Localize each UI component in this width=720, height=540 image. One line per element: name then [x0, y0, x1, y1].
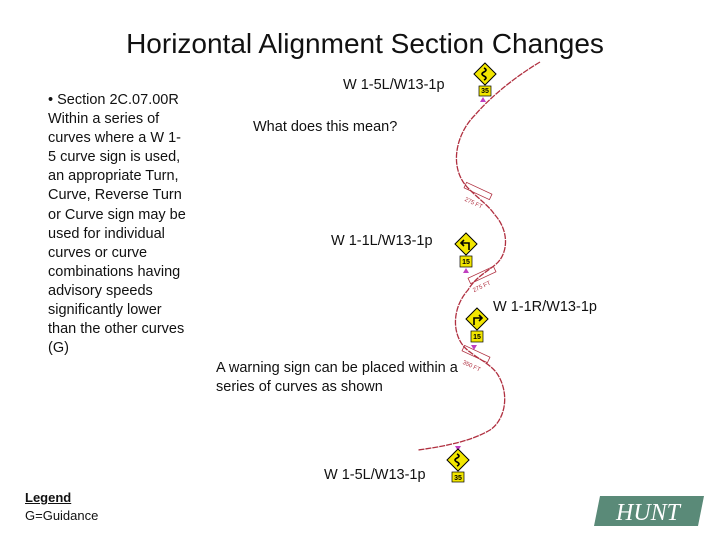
road-alignment: [417, 61, 541, 451]
svg-text:35: 35: [481, 88, 489, 95]
legend-heading: Legend: [25, 490, 72, 505]
svg-text:275 FT: 275 FT: [463, 197, 483, 211]
svg-text:35: 35: [454, 475, 462, 482]
distance-marker-3: 350 FT: [461, 344, 491, 374]
sign-turn-right: 15: [465, 307, 489, 343]
sign-winding-road-top: 35: [473, 62, 497, 97]
sign-turn-left: 15: [454, 232, 478, 268]
distance-marker-2: 275 FT: [467, 265, 497, 294]
legend-item: G=Guidance: [25, 508, 99, 523]
curve-diagram: 275 FT 275 FT 350 FT 35 15 15 35: [417, 61, 541, 483]
svg-text:275 FT: 275 FT: [472, 280, 492, 294]
svg-text:HUNT: HUNT: [615, 500, 682, 526]
sign-winding-road-bottom: 35: [446, 448, 470, 483]
hunt-logo: HUNT: [594, 496, 704, 526]
svg-text:15: 15: [473, 334, 481, 341]
svg-text:15: 15: [462, 259, 470, 266]
svg-text:350 FT: 350 FT: [461, 360, 481, 374]
